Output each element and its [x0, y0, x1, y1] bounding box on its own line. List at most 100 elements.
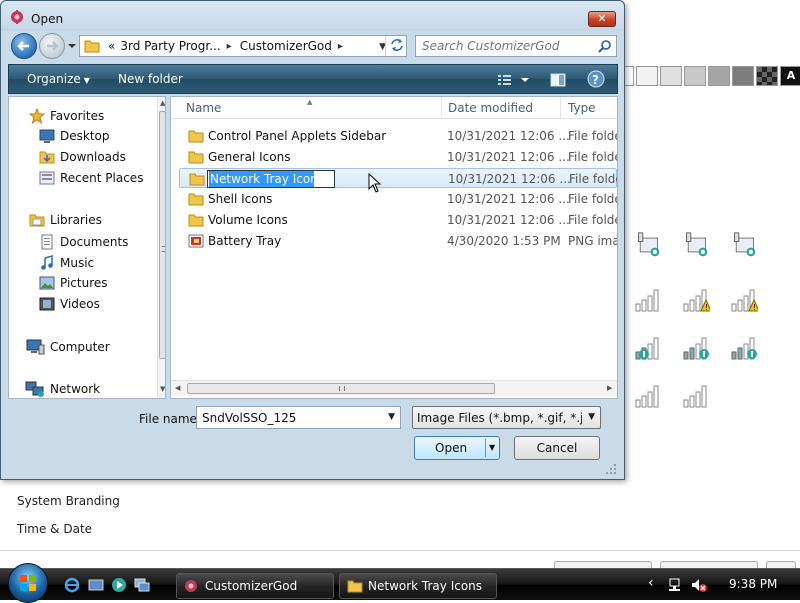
computer-icon — [26, 339, 45, 355]
swatch-checker[interactable] — [756, 66, 778, 86]
horizontal-scroll-thumb[interactable] — [187, 383, 495, 394]
nav-documents[interactable]: Documents — [39, 234, 128, 250]
wireless-connected-icon[interactable] — [634, 334, 662, 360]
file-row[interactable]: Volume Icons 10/31/2021 12:06 ... File f… — [179, 210, 617, 230]
dialog-titlebar[interactable]: Open ✕ — [1, 1, 624, 31]
start-button[interactable] — [8, 563, 48, 603]
wireless-warning-icon[interactable]: ! — [730, 286, 758, 312]
help-icon[interactable]: ? — [586, 69, 606, 89]
show-desktop-icon[interactable] — [88, 577, 104, 593]
file-row[interactable]: Shell Icons 10/31/2021 12:06 ... File fo… — [179, 189, 617, 209]
swatch-light-2[interactable] — [660, 66, 682, 86]
switch-windows-icon[interactable] — [134, 577, 150, 593]
png-file-icon — [188, 234, 204, 248]
wireless-signal-icon[interactable] — [682, 382, 710, 408]
wireless-connected-icon[interactable] — [682, 334, 710, 360]
nav-scroll-thumb[interactable] — [159, 111, 165, 359]
windows-logo-icon — [20, 575, 36, 591]
nav-music[interactable]: Music — [39, 255, 94, 271]
file-type-select[interactable]: Image Files (*.bmp, *.gif, *.jpg, *. ▼ — [412, 406, 601, 429]
file-type: PNG imag — [568, 234, 617, 248]
internet-explorer-icon[interactable] — [64, 577, 80, 593]
search-icon[interactable] — [598, 39, 612, 53]
network-tray-icon[interactable] — [668, 577, 684, 593]
address-segment-parent[interactable]: 3rd Party Progr... — [120, 39, 220, 53]
file-row[interactable]: Control Panel Applets Sidebar 10/31/2021… — [179, 126, 617, 146]
scroll-up-icon[interactable]: ▲ — [160, 99, 165, 107]
nav-recent-places[interactable]: Recent Places — [39, 171, 143, 185]
close-button[interactable]: ✕ — [588, 11, 616, 27]
cancel-button[interactable]: Cancel — [514, 436, 600, 460]
wired-network-icon[interactable] — [634, 232, 662, 258]
address-separator-icon[interactable]: ▸ — [338, 41, 343, 52]
volume-muted-icon[interactable] — [690, 577, 708, 593]
address-segment-current[interactable]: CustomizerGod — [240, 39, 332, 53]
nav-favorites[interactable]: Favorites — [29, 108, 104, 124]
address-separator-icon[interactable]: ▸ — [227, 41, 232, 52]
nav-computer[interactable]: Computer — [25, 339, 110, 355]
swatch-gray-2[interactable] — [708, 66, 730, 86]
swatch-text-a[interactable]: A — [780, 66, 800, 86]
column-header-row: ▲ Name Date modified Type — [171, 97, 617, 119]
swatch-gray-3[interactable] — [732, 66, 754, 86]
preview-pane-icon[interactable] — [550, 72, 566, 88]
nav-network[interactable]: Network — [25, 381, 100, 397]
resize-grip-icon[interactable] — [605, 463, 617, 475]
swatch-light-1[interactable] — [636, 66, 658, 86]
nav-pictures[interactable]: Pictures — [39, 276, 108, 290]
refresh-button[interactable] — [385, 36, 409, 56]
column-name[interactable]: Name — [186, 101, 221, 115]
address-bar[interactable]: « 3rd Party Progr... ▸ CustomizerGod ▸ ▼ — [79, 35, 407, 57]
sidebar-item-time-date[interactable]: Time & Date — [17, 522, 92, 536]
search-box[interactable] — [415, 35, 617, 57]
rename-input[interactable] — [209, 171, 314, 187]
recent-pages-dropdown-icon[interactable] — [67, 41, 77, 51]
tray-expand-icon[interactable]: ‹ — [648, 575, 654, 591]
nav-videos[interactable]: Videos — [39, 297, 100, 311]
wireless-warning-icon[interactable]: ! — [682, 286, 710, 312]
file-name-combo[interactable]: ▼ — [196, 406, 401, 429]
chevron-down-icon[interactable]: ▼ — [388, 412, 395, 422]
nav-vertical-scrollbar[interactable]: ▲ ▼ — [157, 97, 165, 398]
column-date-modified[interactable]: Date modified — [448, 101, 533, 115]
column-type[interactable]: Type — [568, 101, 596, 115]
wireless-signal-icon[interactable] — [634, 382, 662, 408]
back-button[interactable] — [11, 33, 37, 59]
wired-network-icon[interactable] — [682, 232, 710, 258]
task-network-tray-icons[interactable]: Network Tray Icons — [339, 573, 497, 599]
clock[interactable]: 9:38 PM — [729, 577, 777, 591]
chevron-down-icon[interactable]: ▼ — [489, 437, 495, 459]
scroll-left-icon[interactable]: ◀ — [175, 384, 180, 392]
sidebar-item-system-branding[interactable]: System Branding — [17, 494, 120, 508]
file-date: 10/31/2021 12:06 ... — [447, 129, 570, 143]
organize-menu[interactable]: Organize ▼ — [27, 72, 90, 86]
nav-libraries[interactable]: Libraries — [29, 213, 102, 227]
horizontal-scrollbar[interactable]: ◀ ▶ — [171, 380, 617, 396]
views-icon[interactable] — [497, 73, 529, 87]
rename-field[interactable] — [207, 170, 335, 188]
new-folder-button[interactable]: New folder — [118, 72, 183, 86]
scroll-down-icon[interactable]: ▼ — [160, 385, 165, 393]
media-player-icon[interactable] — [111, 577, 127, 593]
scroll-right-icon[interactable]: ▶ — [607, 384, 612, 392]
file-name-input[interactable] — [202, 407, 377, 428]
column-divider[interactable] — [560, 97, 561, 119]
column-divider[interactable] — [441, 97, 442, 119]
file-type: File folder — [568, 129, 617, 143]
nav-desktop[interactable]: Desktop — [39, 129, 110, 143]
recent-places-icon — [39, 171, 55, 185]
address-overflow[interactable]: « — [108, 39, 115, 53]
file-row-selected[interactable]: 10/31/2021 12:06 ... File folder — [179, 168, 617, 188]
open-button[interactable]: Open ▼ — [414, 436, 500, 460]
chevron-down-icon[interactable]: ▼ — [588, 412, 595, 422]
search-input[interactable] — [422, 36, 592, 56]
wired-network-icon[interactable] — [730, 232, 758, 258]
wireless-connected-icon[interactable] — [730, 334, 758, 360]
forward-button[interactable] — [39, 33, 65, 59]
file-row[interactable]: Battery Tray 4/30/2020 1:53 PM PNG imag — [179, 231, 617, 251]
task-customizergod[interactable]: CustomizerGod — [176, 573, 334, 599]
file-row[interactable]: General Icons 10/31/2021 12:06 ... File … — [179, 147, 617, 167]
nav-downloads[interactable]: Downloads — [39, 150, 126, 164]
swatch-gray-1[interactable] — [684, 66, 706, 86]
wireless-signal-icon[interactable] — [634, 286, 662, 312]
